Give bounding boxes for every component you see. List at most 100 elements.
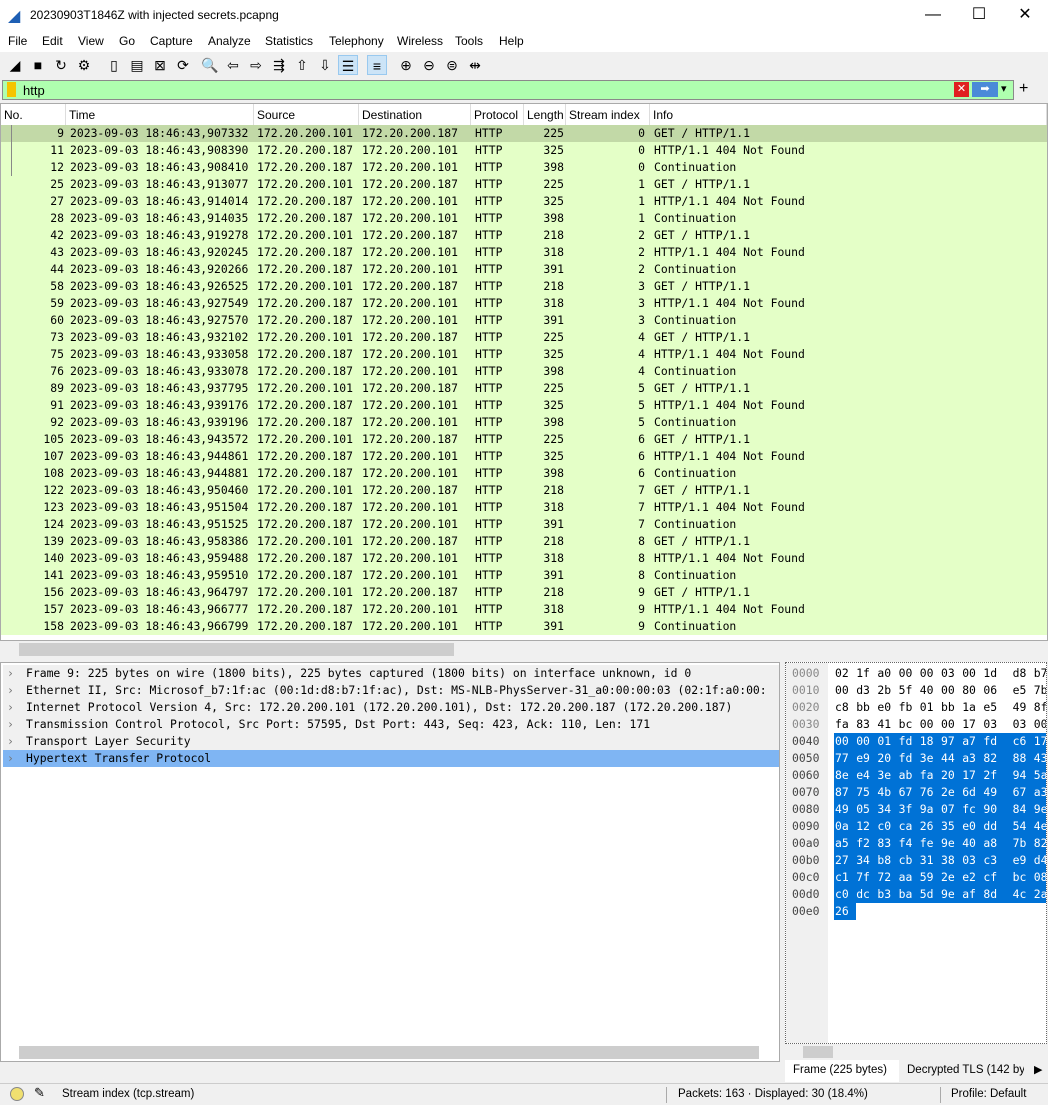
- hex-byte[interactable]: 03: [940, 665, 962, 682]
- stop-icon[interactable]: ■: [28, 55, 48, 75]
- menu-view[interactable]: View: [78, 34, 104, 48]
- hex-byte[interactable]: d8: [1012, 665, 1034, 682]
- first-packet-icon[interactable]: ⇧: [292, 55, 312, 75]
- menu-capture[interactable]: Capture: [150, 34, 193, 48]
- hex-byte[interactable]: 43: [1032, 750, 1046, 767]
- detail-tree-item[interactable]: › Internet Protocol Version 4, Src: 172.2…: [3, 699, 779, 716]
- packet-row[interactable]: 11 2023-09-03 18:46:43,908390 172.20.200.1…: [1, 142, 1047, 159]
- hex-byte[interactable]: fc: [961, 801, 984, 818]
- hex-byte[interactable]: 9e: [940, 835, 962, 852]
- hex-byte[interactable]: fa: [834, 716, 856, 733]
- expand-chevron-icon[interactable]: ›: [7, 699, 14, 716]
- hex-byte[interactable]: 00: [855, 733, 878, 750]
- packet-row[interactable]: 141 2023-09-03 18:46:43,959510 172.20.200.…: [1, 567, 1047, 584]
- hex-byte[interactable]: b3: [876, 886, 899, 903]
- hex-byte[interactable]: 40: [961, 835, 984, 852]
- hex-byte[interactable]: 49: [1012, 699, 1034, 716]
- hex-byte[interactable]: e5: [1012, 682, 1034, 699]
- hex-byte[interactable]: d4: [1032, 852, 1046, 869]
- hex-byte[interactable]: 18: [918, 733, 941, 750]
- hex-byte[interactable]: 1f: [855, 665, 877, 682]
- hex-byte[interactable]: b7: [1033, 665, 1046, 682]
- hex-byte[interactable]: 5d: [918, 886, 941, 903]
- detail-tree-item[interactable]: › Frame 9: 225 bytes on wire (1800 bits),…: [3, 665, 779, 682]
- hex-byte[interactable]: 26: [918, 818, 941, 835]
- hex-byte[interactable]: e2: [961, 869, 984, 886]
- reload-icon[interactable]: ⟳: [173, 55, 193, 75]
- packet-row[interactable]: 91 2023-09-03 18:46:43,939176 172.20.200.1…: [1, 397, 1047, 414]
- hex-byte[interactable]: b8: [876, 852, 899, 869]
- hex-byte[interactable]: 05: [855, 801, 878, 818]
- go-to-packet-icon[interactable]: ⇶: [269, 55, 289, 75]
- hex-byte[interactable]: 03: [1012, 716, 1034, 733]
- status-profile[interactable]: Profile: Default: [951, 1088, 1026, 1100]
- hex-byte[interactable]: e5: [982, 699, 1004, 716]
- detail-tree-item[interactable]: › Transmission Control Protocol, Src Port…: [3, 716, 779, 733]
- hex-byte[interactable]: 82: [1032, 835, 1046, 852]
- options-gear-icon[interactable]: ⚙: [74, 55, 94, 75]
- hex-byte[interactable]: 84: [1011, 801, 1034, 818]
- hex-byte[interactable]: dd: [982, 818, 1014, 835]
- menu-wireless[interactable]: Wireless: [397, 34, 443, 48]
- hex-byte[interactable]: 4b: [876, 784, 899, 801]
- packet-row[interactable]: 140 2023-09-03 18:46:43,959488 172.20.200.…: [1, 550, 1047, 567]
- bytes-tab-frame[interactable]: Frame (225 bytes): [785, 1060, 899, 1082]
- hex-byte[interactable]: 54: [1011, 818, 1034, 835]
- expert-info-icon[interactable]: [10, 1087, 24, 1101]
- hex-byte[interactable]: 26: [834, 903, 856, 920]
- hex-byte[interactable]: 3f: [897, 801, 920, 818]
- forward-arrow-icon[interactable]: ⇨: [246, 55, 266, 75]
- hex-byte[interactable]: d3: [855, 682, 877, 699]
- colorize-icon[interactable]: ≡: [367, 55, 387, 75]
- packet-row[interactable]: 73 2023-09-03 18:46:43,932102 172.20.200.1…: [1, 329, 1047, 346]
- hex-byte[interactable]: fa: [918, 767, 941, 784]
- hex-byte[interactable]: 44: [940, 750, 962, 767]
- packet-row[interactable]: 108 2023-09-03 18:46:43,944881 172.20.200.…: [1, 465, 1047, 482]
- hex-byte[interactable]: 03: [961, 852, 984, 869]
- hex-byte[interactable]: e9: [855, 750, 878, 767]
- hex-byte[interactable]: c6: [1011, 733, 1034, 750]
- hex-byte[interactable]: 87: [834, 784, 856, 801]
- hex-byte[interactable]: 17: [961, 716, 983, 733]
- column-header-destination[interactable]: Destination: [359, 104, 471, 125]
- hex-byte[interactable]: 83: [855, 716, 877, 733]
- hex-byte[interactable]: 20: [940, 767, 962, 784]
- hex-byte[interactable]: a3: [1032, 784, 1046, 801]
- minimize-button[interactable]: —: [910, 0, 956, 31]
- zoom-normal-icon[interactable]: ⊜: [442, 55, 462, 75]
- menu-help[interactable]: Help: [499, 34, 524, 48]
- hex-byte[interactable]: f4: [897, 835, 920, 852]
- apply-filter-button[interactable]: ➡: [972, 82, 998, 97]
- hex-byte[interactable]: fb: [898, 699, 920, 716]
- hex-byte[interactable]: 59: [918, 869, 941, 886]
- hex-byte[interactable]: 08: [1032, 869, 1046, 886]
- packet-row[interactable]: 92 2023-09-03 18:46:43,939196 172.20.200.1…: [1, 414, 1047, 431]
- hex-byte[interactable]: 17: [961, 767, 984, 784]
- hex-byte[interactable]: 82: [982, 750, 1014, 767]
- menu-tools[interactable]: Tools: [455, 34, 483, 48]
- hex-byte[interactable]: 76: [918, 784, 941, 801]
- packet-row[interactable]: 158 2023-09-03 18:46:43,966799 172.20.200.…: [1, 618, 1047, 635]
- packet-row[interactable]: 44 2023-09-03 18:46:43,920266 172.20.200.1…: [1, 261, 1047, 278]
- packet-row[interactable]: 12 2023-09-03 18:46:43,908410 172.20.200.1…: [1, 159, 1047, 176]
- hex-byte[interactable]: 01: [919, 699, 941, 716]
- packet-row[interactable]: 89 2023-09-03 18:46:43,937795 172.20.200.1…: [1, 380, 1047, 397]
- hex-byte[interactable]: 7f: [855, 869, 878, 886]
- bookmark-icon[interactable]: [7, 82, 16, 97]
- bytes-horizontal-scrollbar[interactable]: [785, 1044, 1047, 1060]
- hex-byte[interactable]: 00: [1033, 716, 1046, 733]
- packet-row[interactable]: 25 2023-09-03 18:46:43,913077 172.20.200.1…: [1, 176, 1047, 193]
- hex-byte[interactable]: 2b: [876, 682, 898, 699]
- save-file-icon[interactable]: ▤: [127, 55, 147, 75]
- hex-byte[interactable]: 34: [855, 852, 878, 869]
- packet-row[interactable]: 156 2023-09-03 18:46:43,964797 172.20.200.…: [1, 584, 1047, 601]
- detail-tree-item[interactable]: › Ethernet II, Src: Microsof_b7:1f:ac (00…: [3, 682, 779, 699]
- hex-byte[interactable]: cb: [897, 852, 920, 869]
- hex-byte[interactable]: bb: [940, 699, 962, 716]
- hex-byte[interactable]: ab: [897, 767, 920, 784]
- capture-comment-icon[interactable]: ✎: [34, 1085, 45, 1101]
- hex-byte[interactable]: 7b: [1011, 835, 1034, 852]
- hex-byte[interactable]: 94: [1011, 767, 1034, 784]
- hex-byte[interactable]: a8: [982, 835, 1014, 852]
- hex-byte[interactable]: 34: [876, 801, 899, 818]
